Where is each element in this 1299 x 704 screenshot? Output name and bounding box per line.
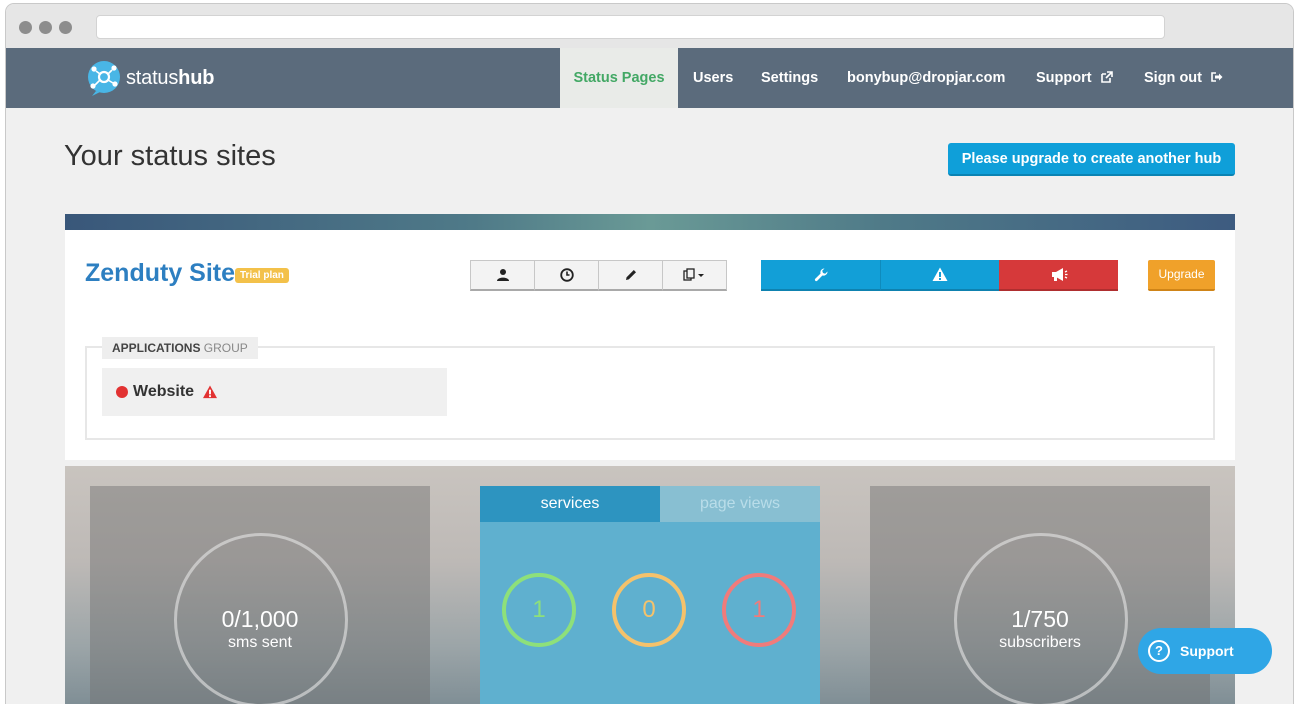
nav-settings-label: Settings <box>761 70 819 86</box>
window-minimize-dot[interactable] <box>39 21 52 34</box>
tab-services[interactable]: services <box>480 486 660 522</box>
main-content: Your status sites Please upgrade to crea… <box>6 108 1293 704</box>
megaphone-icon <box>1051 268 1067 281</box>
incident-action-button-group <box>761 260 1118 291</box>
outage-count: 1 <box>722 573 796 647</box>
nav-users[interactable]: Users <box>693 48 733 108</box>
sign-out-icon <box>1211 72 1223 82</box>
copy-dropdown-icon <box>682 268 704 281</box>
history-button[interactable] <box>534 260 599 291</box>
status-site-card: Zenduty Site Trial plan Upgrade APPLICAT… <box>65 214 1235 460</box>
site-header-band <box>65 214 1235 230</box>
warning-icon <box>203 385 218 399</box>
operational-count: 1 <box>502 573 576 647</box>
nav-support[interactable]: Support <box>1036 48 1113 108</box>
subscribers-button[interactable] <box>470 260 535 291</box>
nav-users-label: Users <box>693 70 734 86</box>
site-tools-button-group <box>470 260 727 291</box>
maintenance-button[interactable] <box>761 260 880 291</box>
incident-button[interactable] <box>880 260 999 291</box>
logo-text: statushub <box>126 66 215 89</box>
address-bar[interactable] <box>96 15 1165 39</box>
nav-support-label: Support <box>1036 70 1092 86</box>
service-group-label: APPLICATIONS GROUP <box>102 337 258 359</box>
degraded-count: 0 <box>612 573 686 647</box>
warning-icon <box>932 267 948 281</box>
announcement-button[interactable] <box>999 260 1118 291</box>
nav-account-email-label: bonybup@dropjar.com <box>847 70 1006 86</box>
statushub-logo-icon <box>88 61 120 96</box>
service-item[interactable]: Website <box>102 368 447 416</box>
sms-stat-card: 0/1,000 sms sent <box>90 486 430 704</box>
external-link-icon <box>1100 71 1113 83</box>
sms-stat-label: sms sent <box>227 634 292 651</box>
pencil-icon <box>625 270 636 280</box>
sms-stat-value: 0/1,000 <box>221 606 299 632</box>
window-maximize-dot[interactable] <box>59 21 72 34</box>
clock-icon <box>559 268 574 282</box>
support-chat-button[interactable]: ? Support <box>1138 628 1272 674</box>
trial-plan-badge: Trial plan <box>235 268 289 283</box>
site-upgrade-button[interactable]: Upgrade <box>1148 260 1215 291</box>
statushub-logo[interactable]: statushub <box>86 58 226 98</box>
nav-sign-out-label: Sign out <box>1144 70 1202 86</box>
services-stat-card: services page views 1 0 1 <box>480 486 820 704</box>
stats-band: 0/1,000 sms sent services page views 1 0… <box>65 466 1235 704</box>
nav-status-pages-label: Status Pages <box>573 70 665 86</box>
status-dot <box>116 386 128 398</box>
nav-settings[interactable]: Settings <box>761 48 818 108</box>
browser-chrome <box>6 4 1293 48</box>
tab-page-views[interactable]: page views <box>660 486 820 522</box>
support-widget-label: Support <box>1180 643 1234 659</box>
user-icon <box>496 269 509 281</box>
site-name-link[interactable]: Zenduty Site <box>85 259 235 288</box>
browser-window: statushub Status Pages Users Settings bo… <box>6 4 1293 704</box>
nav-sign-out[interactable]: Sign out <box>1144 48 1223 108</box>
page-title: Your status sites <box>64 140 276 172</box>
wrench-icon <box>814 267 828 281</box>
upgrade-to-create-hub-button[interactable]: Please upgrade to create another hub <box>948 143 1235 176</box>
nav-account-email[interactable]: bonybup@dropjar.com <box>847 48 1005 108</box>
window-close-dot[interactable] <box>19 21 32 34</box>
question-icon: ? <box>1148 640 1170 662</box>
copy-dropdown-button[interactable] <box>662 260 727 291</box>
edit-button[interactable] <box>598 260 663 291</box>
nav-status-pages[interactable]: Status Pages <box>560 48 678 108</box>
top-navbar: statushub Status Pages Users Settings bo… <box>6 48 1293 108</box>
service-name: Website <box>133 383 195 400</box>
